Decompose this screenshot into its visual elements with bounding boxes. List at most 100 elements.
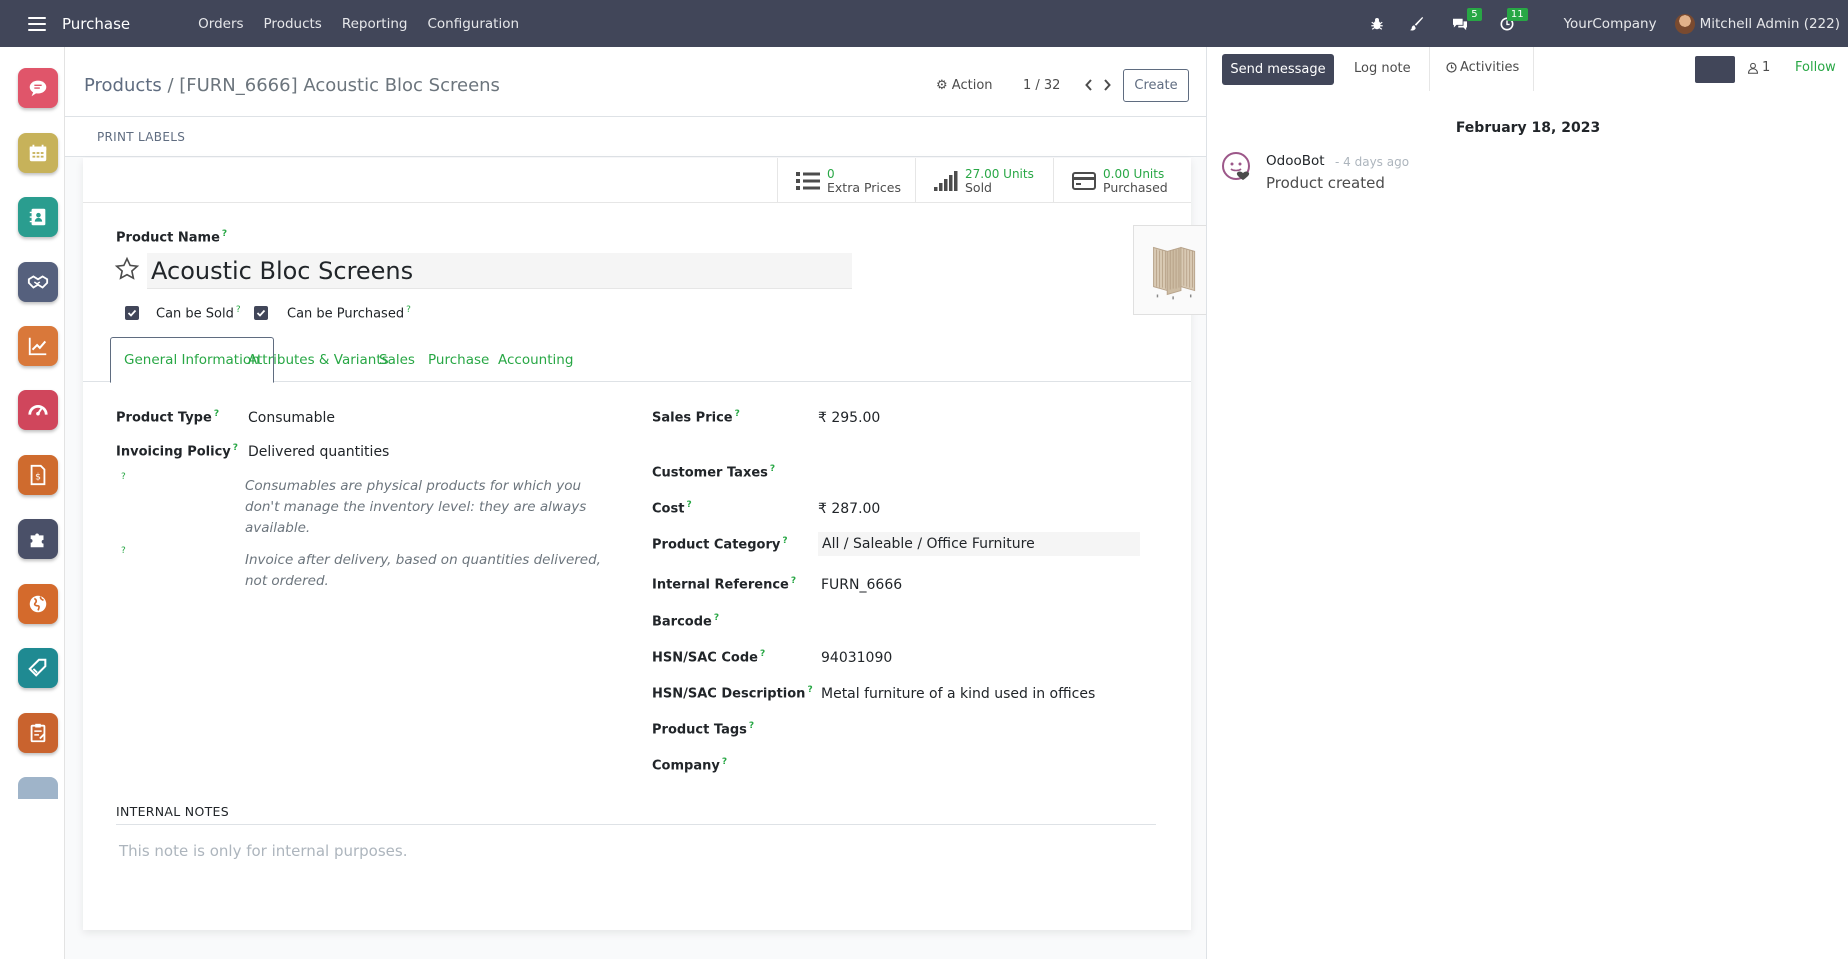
- chevron-right-icon: [1104, 79, 1111, 91]
- invoicing-policy-select[interactable]: Delivered quantities: [248, 444, 389, 460]
- follow-button[interactable]: Follow: [1795, 60, 1836, 75]
- app-invoicing[interactable]: $: [18, 455, 58, 495]
- customer-taxes-label: Customer Taxes?: [652, 464, 776, 481]
- signal-icon: [934, 170, 958, 191]
- main-menu: Orders Products Reporting Configuration: [188, 16, 529, 32]
- message-body: Product created: [1266, 174, 1385, 192]
- chat-icon[interactable]: 5: [1452, 7, 1482, 31]
- invoice-icon: $: [30, 464, 46, 486]
- customer-taxes-input[interactable]: [818, 458, 1140, 482]
- extra-prices-label: Extra Prices: [827, 179, 901, 195]
- send-message-button[interactable]: Send message: [1222, 54, 1334, 85]
- invoicing-policy-help: Invoice after delivery, based on quantit…: [245, 552, 601, 589]
- app-more[interactable]: [18, 777, 58, 799]
- internal-notes-heading: INTERNAL NOTES: [116, 804, 229, 819]
- print-labels-button[interactable]: PRINT LABELS: [97, 130, 185, 144]
- speedometer-icon: [28, 405, 48, 416]
- message-author[interactable]: OdooBot: [1266, 153, 1325, 169]
- company-switcher[interactable]: YourCompany: [1564, 16, 1657, 32]
- puzzle-icon: [30, 533, 44, 548]
- menu-icon[interactable]: [28, 16, 46, 31]
- star-icon[interactable]: [114, 256, 140, 282]
- sales-price-input[interactable]: ₹ 295.00: [818, 410, 880, 426]
- purchased-button[interactable]: 0.00 Units Purchased: [1053, 158, 1191, 203]
- can-be-purchased-checkbox[interactable]: [254, 306, 268, 320]
- purchased-label: Purchased: [1103, 179, 1168, 195]
- activities-button[interactable]: Activities: [1446, 60, 1519, 75]
- breadcrumb-separator: /: [161, 75, 180, 96]
- app-dashboards[interactable]: [18, 390, 58, 430]
- app-sales[interactable]: [18, 326, 58, 366]
- breadcrumb: Products / [FURN_6666] Acoustic Bloc Scr…: [84, 75, 500, 96]
- product-type-select[interactable]: Consumable: [248, 410, 335, 426]
- can-be-sold-label: Can be Sold?: [156, 305, 241, 322]
- company-input[interactable]: [821, 752, 1143, 776]
- app-discuss[interactable]: [18, 68, 58, 108]
- clock-icon: [1446, 62, 1457, 73]
- internal-reference-input[interactable]: FURN_6666: [821, 577, 902, 593]
- create-button[interactable]: Create: [1123, 69, 1189, 102]
- product-category-input[interactable]: All / Saleable / Office Furniture: [818, 532, 1140, 556]
- hsn-description-input[interactable]: Metal furniture of a kind used in office…: [821, 686, 1095, 702]
- contact-book-icon: [29, 208, 46, 226]
- cost-input[interactable]: ₹ 287.00: [818, 501, 880, 517]
- product-name-input[interactable]: Acoustic Bloc Screens: [147, 253, 852, 289]
- hsn-code-label: HSN/SAC Code?: [652, 649, 766, 666]
- barcode-input[interactable]: [821, 608, 1143, 632]
- app-purchase[interactable]: [18, 713, 58, 753]
- app-crm[interactable]: [18, 262, 58, 302]
- app-sidebar: $: [0, 47, 65, 959]
- control-panel: Products / [FURN_6666] Acoustic Bloc Scr…: [65, 47, 1207, 117]
- list-icon: [796, 171, 820, 190]
- brush-icon[interactable]: [1409, 16, 1424, 31]
- avatar: [1674, 13, 1695, 34]
- can-be-purchased-label: Can be Purchased?: [287, 305, 411, 322]
- sold-button[interactable]: 27.00 Units Sold: [915, 158, 1053, 203]
- app-calendar[interactable]: [18, 133, 58, 173]
- barcode-label: Barcode?: [652, 613, 720, 630]
- pager-next-button[interactable]: [1099, 74, 1115, 96]
- menu-products[interactable]: Products: [254, 16, 332, 32]
- check-icon: [256, 309, 266, 317]
- log-note-button[interactable]: Log note: [1354, 61, 1411, 76]
- chevron-left-icon: [1085, 79, 1092, 91]
- app-apps[interactable]: [18, 519, 58, 559]
- menu-reporting[interactable]: Reporting: [332, 16, 418, 32]
- messages-badge: 5: [1467, 7, 1482, 21]
- extra-prices-button[interactable]: 0 Extra Prices: [777, 158, 915, 203]
- credit-card-icon: [1072, 171, 1096, 190]
- tab-accounting[interactable]: Accounting: [485, 337, 586, 382]
- can-be-sold-checkbox[interactable]: [125, 306, 139, 320]
- menu-configuration[interactable]: Configuration: [417, 16, 529, 32]
- breadcrumb-products[interactable]: Products: [84, 75, 162, 96]
- product-tags-label: Product Tags?: [652, 721, 755, 738]
- calendar-icon: [29, 144, 47, 162]
- action-menu[interactable]: ⚙ Action: [936, 78, 993, 93]
- internal-notes-input[interactable]: This note is only for internal purposes.: [119, 842, 407, 860]
- user-icon: [1747, 62, 1759, 74]
- pager-value[interactable]: 1 / 32: [1023, 78, 1060, 93]
- app-name[interactable]: Purchase: [62, 15, 130, 33]
- attachments-button[interactable]: [1695, 56, 1735, 83]
- activities-badge: 11: [1506, 7, 1528, 21]
- user-name: Mitchell Admin (222): [1699, 15, 1840, 32]
- clock-icon[interactable]: 11: [1500, 7, 1528, 31]
- top-navbar: Purchase Orders Products Reporting Confi…: [0, 0, 1848, 47]
- message-date: February 18, 2023: [1455, 120, 1601, 136]
- bug-icon[interactable]: [1370, 17, 1384, 31]
- help-marker: ?: [121, 546, 126, 556]
- odoobot-avatar[interactable]: [1221, 151, 1253, 183]
- app-website[interactable]: [18, 584, 58, 624]
- chatter-topbar: Send message Log note Activities 1 Follo…: [1207, 47, 1848, 91]
- svg-text:$: $: [35, 472, 41, 483]
- user-menu[interactable]: Mitchell Admin (222): [1674, 13, 1840, 34]
- hsn-description-label: HSN/SAC Description?: [652, 685, 813, 702]
- hsn-code-input[interactable]: 94031090: [821, 650, 892, 666]
- form-sheet: 0 Extra Prices 27.00 Units Sold 0.00 Uni…: [83, 158, 1223, 930]
- pager-previous-button[interactable]: [1081, 74, 1097, 96]
- product-tags-input[interactable]: [821, 716, 1143, 740]
- menu-orders[interactable]: Orders: [188, 16, 253, 32]
- app-inventory[interactable]: [18, 648, 58, 688]
- followers-button[interactable]: 1: [1747, 60, 1770, 75]
- app-contacts[interactable]: [18, 197, 58, 237]
